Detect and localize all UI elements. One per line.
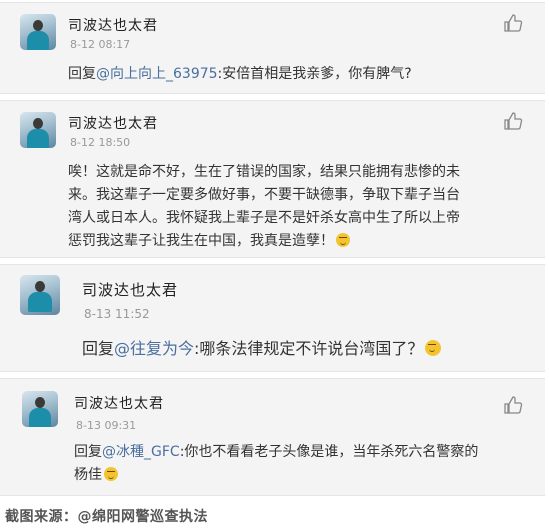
comment-card: 司波达也太君 8-13 11:52 回复@往复为今:哪条法律规定不许说台湾国了？ [0, 264, 545, 372]
avatar[interactable] [20, 14, 56, 50]
mention-link[interactable]: @往复为今 [114, 339, 194, 358]
avatar[interactable] [20, 275, 60, 315]
comment-body: 回复@往复为今:哪条法律规定不许说台湾国了？ [82, 337, 525, 360]
reply-prefix: 回复 [82, 339, 115, 358]
comment-body: 唉！这就是命不好，生在了错误的国家，结果只能拥有悲惨的未 来。我这辈子一定要多做… [68, 161, 525, 253]
grin-emoji-icon [104, 467, 118, 481]
comment-line: 惩罚我这辈子让我生在中国，我真是造孽！ [68, 233, 334, 249]
thumbs-up-icon[interactable] [503, 13, 523, 33]
comment-line: 唉！这就是命不好，生在了错误的国家，结果只能拥有悲惨的未 [68, 164, 460, 180]
grin-emoji-icon [336, 233, 350, 247]
comment-line: 湾人或日本人。我怀疑我上辈子是不是奸杀女高中生了所以上帝 [68, 210, 460, 226]
comment-text: 杨佳 [74, 467, 102, 483]
comment-author[interactable]: 司波达也太君 [82, 279, 178, 300]
comment-text: :哪条法律规定不许说台湾国了？ [194, 339, 424, 358]
comment-author[interactable]: 司波达也太君 [68, 113, 158, 133]
comment-body: 回复@向上向上_63975:安倍首相是我亲爹，你有脾气? [68, 63, 525, 86]
comment-time: 8-12 08:17 [70, 38, 131, 51]
reply-prefix: 回复 [68, 66, 96, 82]
mention-link[interactable]: @冰種_GFC [102, 444, 180, 460]
avatar[interactable] [22, 391, 58, 427]
thumbs-up-icon[interactable] [503, 395, 523, 415]
comment-card: 司波达也太君 8-12 08:17 回复@向上向上_63975:安倍首相是我亲爹… [0, 2, 545, 94]
grin-emoji-icon [425, 340, 442, 356]
comment-time: 8-12 18:50 [70, 136, 131, 149]
mention-link[interactable]: @向上向上_63975 [96, 66, 218, 82]
comment-time: 8-13 11:52 [84, 307, 150, 321]
comment-card: 司波达也太君 8-13 09:31 回复@冰種_GFC:你也不看看老子头像是谁，… [0, 378, 545, 496]
comment-time: 8-13 09:31 [76, 419, 137, 432]
comment-line: 来。我这辈子一定要多做好事，不要干缺德事，争取下辈子当台 [68, 187, 460, 203]
comment-author[interactable]: 司波达也太君 [74, 393, 164, 413]
avatar[interactable] [20, 112, 56, 148]
comment-card: 司波达也太君 8-12 18:50 唉！这就是命不好，生在了错误的国家，结果只能… [0, 100, 545, 258]
source-caption: 截图来源：@绵阳网警巡查执法 [5, 509, 208, 525]
comment-text: :你也不看看老子头像是谁，当年杀死六名警察的 [179, 444, 479, 460]
comment-body: 回复@冰種_GFC:你也不看看老子头像是谁，当年杀死六名警察的 杨佳 [74, 441, 525, 487]
thumbs-up-icon[interactable] [503, 111, 523, 131]
comment-text: :安倍首相是我亲爹，你有脾气? [217, 66, 412, 82]
reply-prefix: 回复 [74, 444, 102, 460]
comment-author[interactable]: 司波达也太君 [68, 15, 158, 35]
